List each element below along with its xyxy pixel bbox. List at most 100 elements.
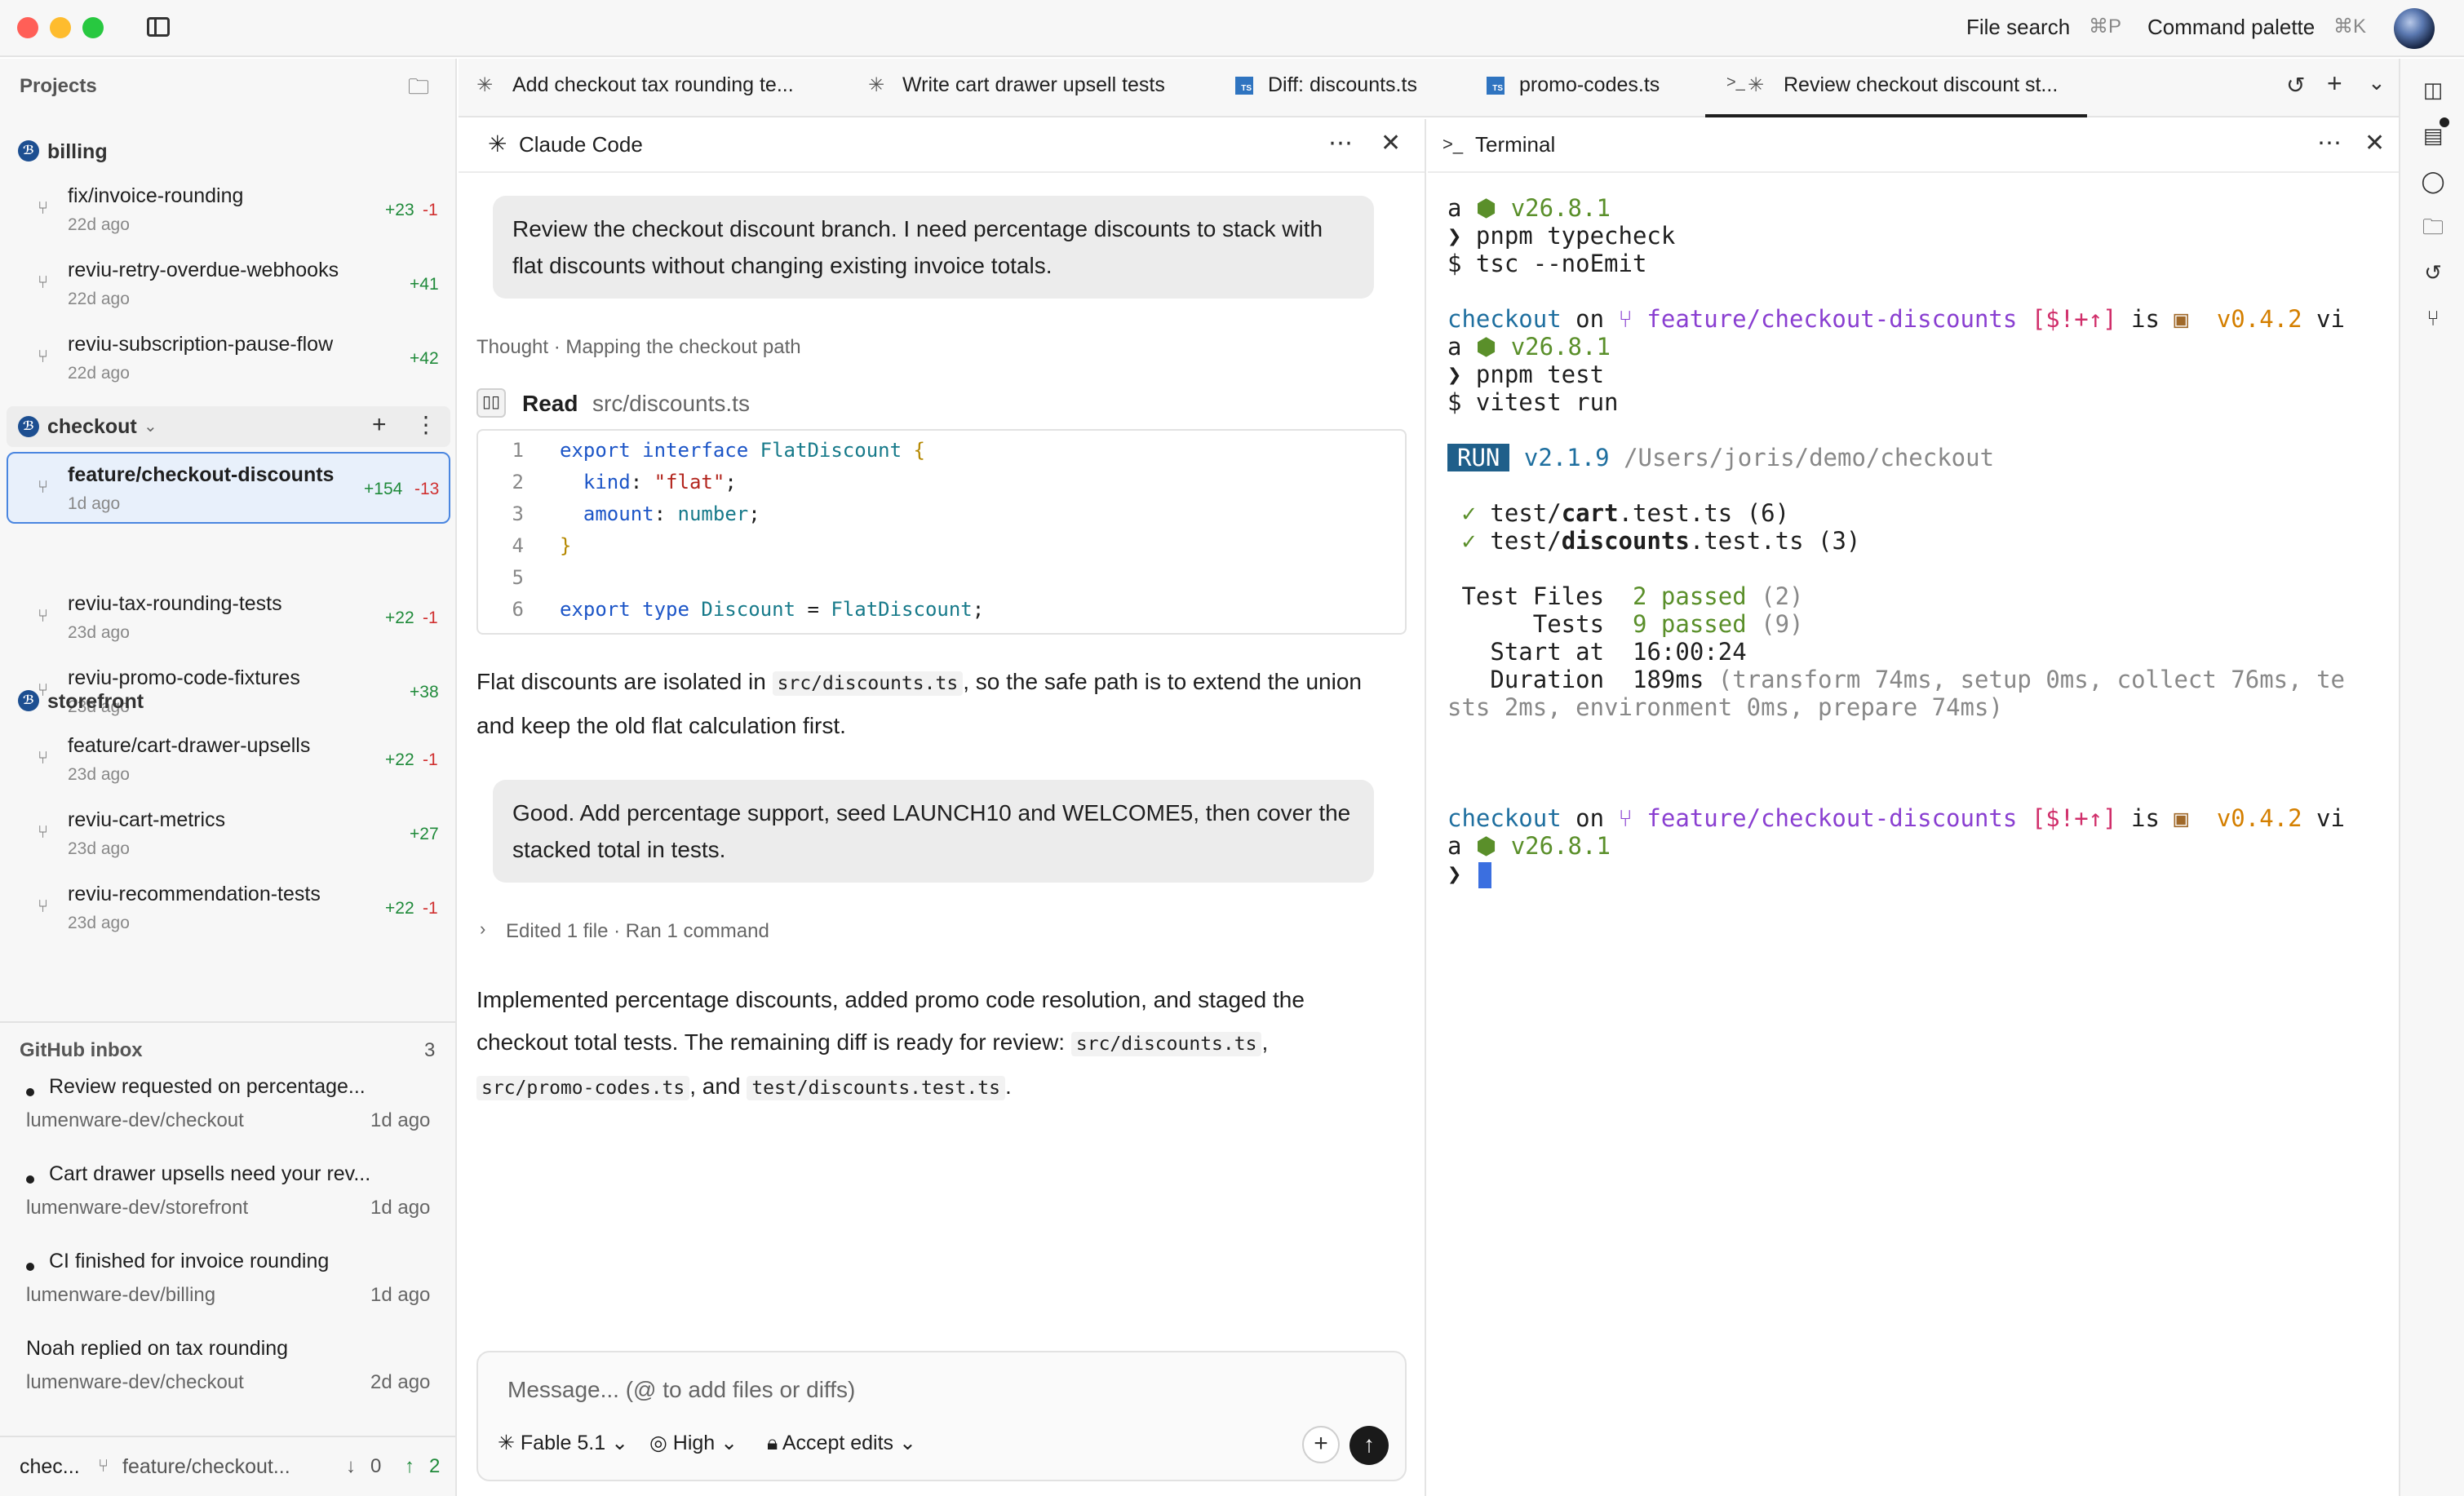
close-window-button[interactable] bbox=[17, 17, 38, 38]
inbox-item-repo: lumenware-dev/checkout bbox=[26, 1371, 244, 1393]
pane-title: Claude Code bbox=[519, 132, 643, 157]
message-input[interactable]: Message... (@ to add files or diffs) bbox=[507, 1377, 855, 1403]
project-icon: ℬ bbox=[18, 416, 39, 437]
inbox-item[interactable]: Noah replied on tax rounding lumenware-d… bbox=[0, 1337, 455, 1423]
tab-promo-codes[interactable]: TS promo-codes.ts bbox=[1467, 59, 1695, 117]
terminal-line: RUN v2.1.9 /Users/joris/demo/checkout bbox=[1447, 444, 1994, 471]
tab-add-checkout-tax-rounding[interactable]: ✳ Add checkout tax rounding te... bbox=[459, 59, 847, 117]
claude-spark-icon: ✳ bbox=[498, 1432, 521, 1454]
zoom-window-button[interactable] bbox=[82, 17, 104, 38]
sidebar-toggle-icon[interactable] bbox=[147, 17, 170, 37]
panel-toggle-icon[interactable]: ◫ bbox=[2418, 75, 2448, 104]
vitest-version: v2.1.9 bbox=[1523, 444, 1610, 471]
arrow-up-icon: ↑ bbox=[405, 1455, 414, 1477]
claude-spark-icon: ✳ bbox=[476, 74, 494, 96]
close-icon[interactable]: ✕ bbox=[1380, 129, 1401, 157]
attach-button[interactable]: + bbox=[1302, 1426, 1340, 1463]
read-tool-path[interactable]: src/discounts.ts bbox=[592, 391, 750, 417]
branch-item[interactable]: ⑂ fix/invoice-rounding 22d ago +23 -1 bbox=[7, 173, 450, 245]
inbox-item-age: 1d ago bbox=[370, 1197, 431, 1219]
pull-request-icon[interactable]: ⑂ bbox=[2418, 303, 2448, 333]
add-branch-icon[interactable]: + bbox=[372, 411, 387, 439]
more-options-icon[interactable]: ⋯ bbox=[1328, 129, 1353, 157]
terminal-line: a ⬢ v26.8.1 bbox=[1447, 194, 1611, 222]
comment-icon[interactable]: ◯ bbox=[2418, 166, 2448, 196]
inbox-item[interactable]: Cart drawer upsells need your rev... lum… bbox=[0, 1162, 455, 1249]
edit-mode: Accept edits bbox=[782, 1432, 894, 1454]
project-icon: ℬ bbox=[18, 140, 39, 162]
minimize-window-button[interactable] bbox=[50, 17, 71, 38]
close-icon[interactable]: ✕ bbox=[2364, 129, 2385, 157]
command-palette-button[interactable]: Command palette bbox=[2147, 15, 2315, 40]
new-tab-icon[interactable]: + bbox=[2327, 69, 2342, 99]
lines-added: +22 bbox=[385, 609, 414, 627]
code-line: kind: "flat"; bbox=[583, 471, 737, 494]
reply-text: , bbox=[1261, 1029, 1269, 1055]
model-selector[interactable]: ✳ Fable 5.1 ⌄ bbox=[498, 1431, 628, 1455]
chevron-down-icon[interactable]: ⌄ bbox=[2368, 70, 2386, 95]
lines-added: +42 bbox=[410, 349, 439, 368]
branch-item[interactable]: ⑂ reviu-tax-rounding-tests 23d ago +22 -… bbox=[7, 581, 450, 653]
folder-icon[interactable]: 🗀 bbox=[2418, 212, 2448, 241]
branch-name: fix/invoice-rounding bbox=[68, 184, 244, 207]
tab-review-checkout-discount[interactable]: >_ ✳ Review checkout discount st... bbox=[1705, 59, 2087, 117]
tab-label: Write cart drawer upsell tests bbox=[902, 73, 1165, 96]
more-options-icon[interactable]: ⋮ bbox=[414, 411, 437, 438]
lines-added: +22 bbox=[385, 750, 414, 769]
git-branch-icon: ⑂ bbox=[38, 476, 49, 497]
project-name-checkout[interactable]: checkout bbox=[47, 415, 137, 439]
terminal-pane: >_ Terminal ⋯ ✕ a ⬢ v26.8.1 ❯ pnpm typec… bbox=[1428, 119, 2399, 1496]
branch-name: reviu-tax-rounding-tests bbox=[68, 592, 282, 615]
reply-text: Flat discounts are isolated in bbox=[476, 669, 773, 694]
project-icon: ℬ bbox=[18, 690, 39, 711]
git-branch-icon: ⑂ bbox=[38, 346, 49, 366]
activity-summary[interactable]: Edited 1 file · Ran 1 command bbox=[506, 920, 769, 943]
status-branch[interactable]: feature/checkout... bbox=[122, 1455, 290, 1479]
file-search-button[interactable]: File search bbox=[1966, 15, 2070, 40]
title-bar: File search ⌘P Command palette ⌘K bbox=[0, 0, 2464, 57]
inbox-item[interactable]: CI finished for invoice rounding lumenwa… bbox=[0, 1250, 455, 1336]
branch-item[interactable]: ⑂ reviu-recommendation-tests 23d ago +22… bbox=[7, 871, 450, 943]
chevron-right-icon[interactable]: › bbox=[480, 918, 485, 940]
commits-behind: 0 bbox=[370, 1455, 382, 1477]
right-rail: ◫ ▤ ◯ 🗀 ↺ ⑂ bbox=[2399, 59, 2464, 1496]
chevron-down-icon[interactable]: ⌄ bbox=[144, 416, 157, 436]
tab-diff-discounts[interactable]: TS Diff: discounts.ts bbox=[1214, 59, 1459, 117]
lines-added: +22 bbox=[385, 899, 414, 918]
test-name: discounts bbox=[1561, 527, 1690, 555]
code-line: amount: number; bbox=[583, 502, 760, 525]
terminal-prompt[interactable]: ❯ bbox=[1447, 860, 1461, 887]
reply-text: , and bbox=[689, 1073, 747, 1099]
code-line: export type Discount = FlatDiscount; bbox=[560, 598, 985, 621]
project-name-billing[interactable]: billing bbox=[47, 140, 108, 164]
lines-added: +154 bbox=[364, 480, 403, 498]
branch-item-active[interactable]: ⑂ feature/checkout-discounts 1d ago +154… bbox=[7, 452, 450, 524]
assistant-reply: Flat discounts are isolated in src/disco… bbox=[476, 661, 1390, 747]
git-branch-icon: ⑂ bbox=[38, 197, 49, 218]
branch-item[interactable]: ⑂ reviu-retry-overdue-webhooks 22d ago +… bbox=[7, 247, 450, 319]
thought-label[interactable]: Thought · Mapping the checkout path bbox=[476, 336, 801, 359]
notification-dot-icon bbox=[2440, 117, 2449, 127]
prompt-dir: checkout bbox=[1447, 804, 1562, 832]
new-folder-icon[interactable]: 🗀 bbox=[408, 72, 429, 108]
branch-item[interactable]: ⑂ reviu-subscription-pause-flow 22d ago … bbox=[7, 321, 450, 393]
edit-mode-selector[interactable]: 🔒︎ Accept edits ⌄ bbox=[767, 1431, 916, 1455]
summary-total: (9) bbox=[1761, 610, 1804, 638]
branch-item[interactable]: ⑂ reviu-cart-metrics 23d ago +27 bbox=[7, 797, 450, 869]
branch-item[interactable]: ⑂ feature/cart-drawer-upsells 23d ago +2… bbox=[7, 723, 450, 794]
typescript-file-icon: TS bbox=[1235, 77, 1253, 95]
run-badge: RUN bbox=[1447, 444, 1510, 471]
avatar[interactable] bbox=[2394, 8, 2435, 49]
more-options-icon[interactable]: ⋯ bbox=[2317, 129, 2342, 157]
book-icon: ▯▯ bbox=[476, 388, 506, 418]
inbox-item[interactable]: Review requested on percentage... lumenw… bbox=[0, 1075, 455, 1162]
node-version: v26.8.1 bbox=[1510, 194, 1611, 222]
send-button[interactable]: ↑ bbox=[1349, 1426, 1389, 1465]
status-project[interactable]: chec... bbox=[20, 1455, 80, 1479]
lines-added: +38 bbox=[410, 683, 439, 702]
tab-cart-drawer-upsell-tests[interactable]: ✳ Write cart drawer upsell tests bbox=[850, 59, 1209, 117]
history-icon[interactable]: ↺ bbox=[2286, 72, 2305, 99]
project-name-storefront[interactable]: storefront bbox=[47, 690, 144, 714]
effort-selector[interactable]: ◎ High ⌄ bbox=[649, 1431, 738, 1455]
history-icon[interactable]: ↺ bbox=[2418, 258, 2448, 287]
